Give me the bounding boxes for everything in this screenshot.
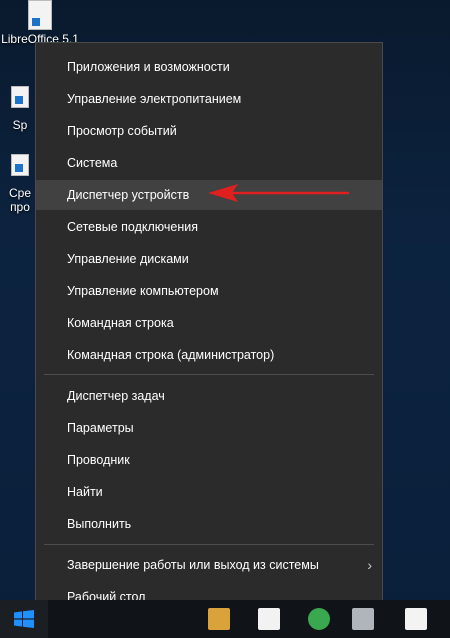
menu-item-event-viewer[interactable]: Просмотр событий [36,116,382,146]
menu-item-file-explorer[interactable]: Проводник [36,445,382,475]
browser-taskbar-icon[interactable] [308,608,330,630]
power-user-menu: Приложения и возможности Управление элек… [35,42,383,622]
store-taskbar-icon[interactable] [258,608,280,630]
menu-item-settings[interactable]: Параметры [36,413,382,443]
menu-item-command-prompt[interactable]: Командная строка [36,308,382,338]
taskbar [0,600,450,638]
desktop-icon-2[interactable]: Sp [0,86,40,132]
menu-separator [44,544,374,545]
menu-item-search[interactable]: Найти [36,477,382,507]
red-arrow-pointer [208,184,350,202]
app-taskbar-icon[interactable] [352,608,374,630]
desktop-icon-label: Сре про [8,186,31,214]
chevron-right-icon: › [367,557,372,573]
menu-item-disk-management[interactable]: Управление дисками [36,244,382,274]
menu-item-computer-management[interactable]: Управление компьютером [36,276,382,306]
menu-item-network-connections[interactable]: Сетевые подключения [36,212,382,242]
shortcut-icon [7,154,33,184]
menu-item-run[interactable]: Выполнить [36,509,382,539]
menu-item-system[interactable]: Система [36,148,382,178]
desktop-icon-3[interactable]: Сре про [0,154,40,214]
file-explorer-taskbar-icon[interactable] [208,608,230,630]
menu-item-power-options[interactable]: Управление электропитанием [36,84,382,114]
menu-separator [44,374,374,375]
start-button[interactable] [0,600,48,638]
menu-item-apps-features[interactable]: Приложения и возможности [36,52,382,82]
menu-item-command-prompt-admin[interactable]: Командная строка (администратор) [36,340,382,370]
menu-item-shutdown-signout[interactable]: Завершение работы или выход из системы › [36,550,382,580]
libreoffice-taskbar-icon[interactable] [405,608,427,630]
menu-item-task-manager[interactable]: Диспетчер задач [36,381,382,411]
libreoffice-doc-icon [27,0,53,30]
desktop-icon-libreoffice[interactable]: LibreOffice 5.1 [0,0,80,46]
shortcut-icon [7,86,33,116]
windows-logo-icon [14,610,34,628]
desktop-icon-label: Sp [12,118,28,132]
menu-item-label: Завершение работы или выход из системы [67,558,319,572]
